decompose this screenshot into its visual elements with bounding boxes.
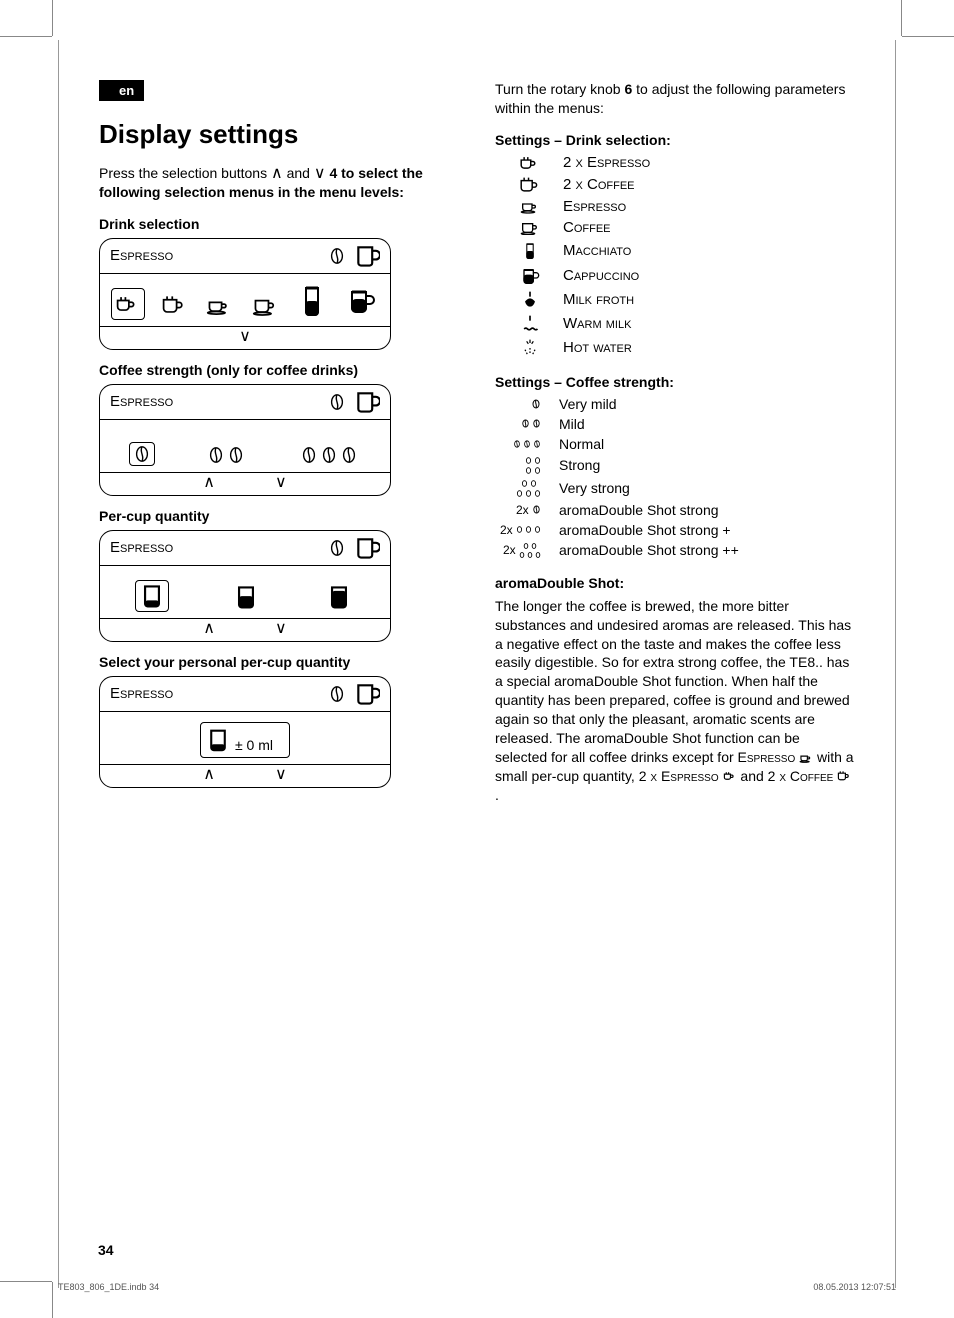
bean-3-icon (499, 439, 541, 449)
2x-coffee-inline-icon (837, 770, 851, 782)
strength-1-bean (129, 442, 155, 466)
icon-hot-water (515, 338, 545, 358)
drink-coffee-icon (249, 290, 281, 320)
ml-adjust-box: ± 0 ml (200, 722, 290, 758)
icon-milk-froth (515, 290, 545, 310)
bean-5-icon (499, 479, 541, 498)
display-personal: Espresso ± 0 ml ∧ ∨ (99, 676, 391, 788)
display-strength: Espresso (99, 384, 391, 496)
display-drink: Espresso (99, 238, 391, 350)
ads-body: The longer the coffee is brewed, the mor… (495, 597, 855, 805)
bean-1-icon (499, 398, 541, 410)
chevron-up-icon: ∧ (203, 475, 215, 491)
chevron-down-icon: ∨ (275, 621, 287, 637)
strength-settings-header: Settings – Coffee strength: (495, 374, 855, 390)
chevron-up-icon: ∧ (203, 621, 215, 637)
section-drink-label: Drink selection (99, 216, 459, 232)
chevron-down-icon: ∨ (275, 475, 287, 491)
page-title: Display settings (99, 119, 459, 150)
bean-2-icon (499, 418, 541, 429)
right-column: Turn the rotary knob 6 to adjust the fol… (495, 80, 855, 819)
icon-warm-milk (515, 314, 545, 334)
print-timestamp: 08.05.2013 12:07:51 (813, 1282, 896, 1292)
chevron-up-icon: ∧ (271, 165, 283, 182)
print-footer: TE803_806_1DE.indb 34 08.05.2013 12:07:5… (58, 1282, 896, 1292)
intro-text: Press the selection buttons ∧ and ∨ 4 to… (99, 164, 459, 202)
language-tag: en (99, 80, 144, 101)
ads-1-icon: 2x (499, 503, 541, 517)
section-percup-label: Per-cup quantity (99, 508, 459, 524)
page-number: 34 (98, 1242, 114, 1258)
drink-espresso-icon (203, 290, 235, 320)
strength-2-bean (204, 444, 248, 466)
section-strength-label: Coffee strength (only for coffee drinks) (99, 362, 459, 378)
chevron-up-icon: ∧ (203, 767, 215, 783)
icon-cappuccino (515, 266, 545, 286)
bean-icon (328, 247, 346, 265)
display-percup: Espresso (99, 530, 391, 642)
ml-value: ± 0 ml (235, 737, 273, 753)
chevron-down-icon: ∨ (275, 767, 287, 783)
mug-icon (354, 535, 380, 561)
mug-icon (354, 389, 380, 415)
bean-icon (328, 685, 346, 703)
print-file: TE803_806_1DE.indb 34 (58, 1282, 159, 1292)
qty-large-icon (323, 582, 355, 612)
drink-cappuccino-icon (343, 282, 379, 320)
drink-macchiato-icon (294, 282, 330, 320)
ads-2-icon: 2x (499, 523, 541, 537)
drink-settings-header: Settings – Drink selection: (495, 132, 855, 148)
chevron-down-icon: ∨ (239, 329, 251, 345)
strength-3-bean (297, 444, 361, 466)
icon-coffee (515, 219, 545, 235)
bean-icon (328, 539, 346, 557)
espresso-inline-icon (799, 752, 813, 763)
left-column: en Display settings Press the selection … (99, 80, 459, 819)
bean-4-icon (499, 456, 541, 475)
ads-header: aromaDouble Shot: (495, 575, 855, 591)
ads-3-icon: 2x (499, 542, 541, 559)
drink-2x-coffee-icon (158, 290, 190, 320)
qty-medium-icon (230, 582, 262, 612)
mug-icon (354, 243, 380, 269)
rotary-intro: Turn the rotary knob 6 to adjust the fol… (495, 80, 855, 118)
strength-list: Very mild Mild Normal Strong Very strong… (499, 396, 855, 559)
icon-macchiato (515, 240, 545, 262)
qty-small-icon (135, 580, 169, 612)
page-frame: en Display settings Press the selection … (58, 40, 896, 1288)
icon-espresso (515, 198, 545, 214)
bean-icon (328, 393, 346, 411)
icon-2x-coffee (515, 176, 545, 194)
icon-2x-espresso (515, 154, 545, 172)
drink-list: 2 x Espresso 2 x Coffee Espresso Coffee … (515, 154, 855, 358)
2x-espresso-inline-icon (723, 770, 737, 782)
section-personal-label: Select your personal per-cup quantity (99, 654, 459, 670)
display-title: Espresso (110, 247, 173, 264)
drink-2x-espresso-icon (111, 288, 145, 320)
chevron-down-icon: ∨ (314, 165, 326, 182)
mug-icon (354, 681, 380, 707)
